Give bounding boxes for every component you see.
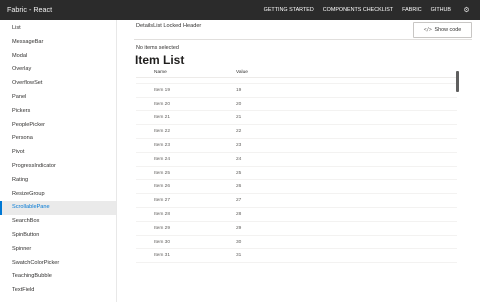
selection-status: No items selected — [136, 45, 179, 51]
sidebar-item-persona[interactable]: Persona — [0, 132, 116, 146]
cell-name: Item 31 — [154, 253, 170, 259]
page-title: DetailsList Locked Header — [136, 23, 202, 29]
sidebar-item-spinner[interactable]: Spinner — [0, 243, 116, 257]
show-code-button[interactable]: </> Show code — [413, 22, 472, 38]
table-row[interactable]: Item 20 20 — [136, 98, 457, 112]
gear-icon[interactable]: ⚙ — [462, 6, 471, 15]
cell-value: 22 — [236, 129, 242, 135]
cell-name: Item 29 — [154, 225, 170, 231]
cell-name: Item 26 — [154, 184, 170, 190]
sidebar-item-rating[interactable]: Rating — [0, 174, 116, 188]
cell-value: 21 — [236, 115, 242, 121]
details-list-rows: Item 1818Item 1919Item 2020Item 2121Item… — [136, 78, 457, 264]
column-header-value[interactable]: Value — [236, 70, 248, 75]
cell-name: Item 27 — [154, 198, 170, 204]
sidebar-item-messagebar[interactable]: MessageBar — [0, 36, 116, 50]
cell-value: 30 — [236, 239, 242, 245]
app-title[interactable]: Fabric - React — [7, 5, 52, 14]
nav-link-fabric[interactable]: FABRIC — [402, 7, 421, 13]
column-header-name[interactable]: Name — [154, 70, 167, 75]
cell-name: Item 23 — [154, 142, 170, 148]
sidebar-item-spinbutton[interactable]: SpinButton — [0, 229, 116, 243]
cell-name: Item 19 — [154, 87, 170, 93]
cell-value: 24 — [236, 156, 242, 162]
nav-link-github[interactable]: GITHUB — [431, 7, 451, 13]
sidebar-item-overlay[interactable]: Overlay — [0, 63, 116, 77]
list-title: Item List — [135, 53, 185, 67]
table-row[interactable]: Item 25 25 — [136, 167, 457, 181]
table-row[interactable]: Item 23 23 — [136, 139, 457, 153]
nav-link-getting-started[interactable]: GETTING STARTED — [264, 7, 314, 13]
sidebar-item-swatchcolorpicker[interactable]: SwatchColorPicker — [0, 257, 116, 271]
scrollbar-thumb[interactable] — [456, 71, 459, 92]
cell-name: Item 30 — [154, 239, 170, 245]
sidebar-item-teachingbubble[interactable]: TeachingBubble — [0, 270, 116, 284]
sidebar-item-progressindicator[interactable]: ProgressIndicator — [0, 160, 116, 174]
main-content: DetailsList Locked Header </> Show code … — [117, 20, 480, 302]
top-nav-links: GETTING STARTED COMPONENTS CHECKLIST FAB… — [264, 0, 480, 20]
cell-value: 29 — [236, 225, 242, 231]
cell-value: 31 — [236, 253, 242, 259]
cell-value: 28 — [236, 211, 242, 217]
sidebar-list: List MessageBar Modal Overlay OverflowSet Pan… — [0, 22, 116, 298]
sidebar-item-list[interactable]: List — [0, 22, 116, 36]
sidebar-item-searchbox[interactable]: SearchBox — [0, 215, 116, 229]
top-nav-bar: Fabric - React GETTING STARTED COMPONENT… — [0, 0, 480, 20]
cell-name: Item 25 — [154, 170, 170, 176]
code-icon: </> — [423, 27, 432, 33]
nav-link-components-checklist[interactable]: COMPONENTS CHECKLIST — [323, 7, 393, 13]
details-list-body[interactable]: Item 1818Item 1919Item 2020Item 2121Item… — [136, 78, 457, 302]
cell-name: Item 22 — [154, 129, 170, 135]
table-row[interactable]: Item 26 26 — [136, 180, 457, 195]
cell-value: 25 — [236, 170, 242, 176]
cell-name: Item 18 — [154, 78, 170, 79]
sidebar-item-pivot[interactable]: Pivot — [0, 146, 116, 160]
sidebar-item-overflowset[interactable]: OverflowSet — [0, 77, 116, 91]
cell-value: 26 — [236, 184, 242, 190]
divider — [134, 39, 472, 40]
table-row[interactable]: Item 21 21 — [136, 111, 457, 126]
table-row[interactable]: Item 19 19 — [136, 84, 457, 98]
cell-value: 20 — [236, 101, 242, 107]
cell-name: Item 24 — [154, 156, 170, 162]
table-row[interactable]: Item 29 29 — [136, 222, 457, 236]
sidebar-item-textfield[interactable]: TextField — [0, 284, 116, 298]
sidebar-item-scrollablepane[interactable]: ScrollablePane — [0, 201, 116, 216]
cell-value: 27 — [236, 198, 242, 204]
table-row[interactable]: Item 28 28 — [136, 208, 457, 222]
table-row[interactable]: Item 22 22 — [136, 125, 457, 139]
sidebar-item-modal[interactable]: Modal — [0, 50, 116, 64]
table-row[interactable]: Item 27 27 — [136, 194, 457, 208]
details-list-header: Name Value — [136, 68, 457, 78]
cell-value: 19 — [236, 87, 242, 93]
sidebar-item-peoplepicker[interactable]: PeoplePicker — [0, 119, 116, 133]
cell-name: Item 20 — [154, 101, 170, 107]
cell-name: Item 21 — [154, 115, 170, 121]
sidebar-item-pickers[interactable]: Pickers — [0, 105, 116, 119]
cell-name: Item 28 — [154, 211, 170, 217]
show-code-label: Show code — [434, 27, 462, 33]
cell-value: 18 — [236, 78, 241, 79]
table-row[interactable]: Item 24 24 — [136, 153, 457, 167]
table-row[interactable]: Item 30 30 — [136, 236, 457, 250]
sidebar-item-panel[interactable]: Panel — [0, 91, 116, 105]
table-row[interactable]: Item 31 31 — [136, 249, 457, 264]
sidebar-item-resizegroup[interactable]: ResizeGroup — [0, 188, 116, 202]
sidebar-nav: List MessageBar Modal Overlay OverflowSet Pan… — [0, 20, 117, 302]
cell-value: 23 — [236, 142, 242, 148]
